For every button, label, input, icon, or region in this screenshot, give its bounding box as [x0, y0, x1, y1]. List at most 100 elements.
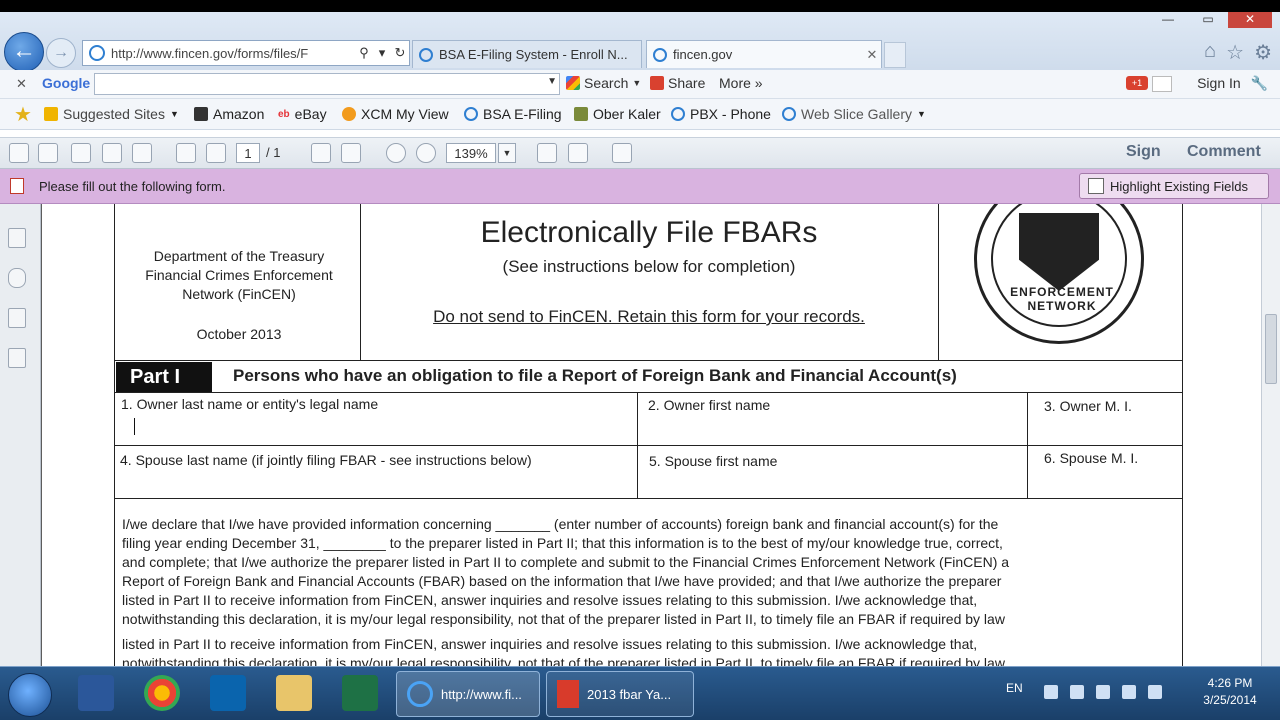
- tab-close-icon[interactable]: ✕: [863, 47, 881, 63]
- volume-icon[interactable]: [1148, 685, 1162, 699]
- fav-label: Suggested Sites: [63, 106, 165, 122]
- page-up-icon[interactable]: [176, 143, 196, 163]
- page-number-input[interactable]: 1: [236, 143, 260, 163]
- system-tray: [1044, 685, 1162, 699]
- email-icon[interactable]: [132, 143, 152, 163]
- print-icon[interactable]: [71, 143, 91, 163]
- spouse-mi-input[interactable]: [1030, 468, 1180, 496]
- folder-icon[interactable]: [276, 675, 312, 711]
- forward-button[interactable]: →: [46, 38, 76, 68]
- excel-icon[interactable]: [342, 675, 378, 711]
- battery-icon[interactable]: [1096, 685, 1110, 699]
- fav-label: Ober Kaler: [593, 106, 661, 122]
- wrench-icon[interactable]: 🔧: [1251, 75, 1268, 91]
- agency-line: Financial Crimes Enforcement: [145, 267, 333, 283]
- notification-icon[interactable]: [1152, 76, 1172, 92]
- form-border-left: [114, 204, 115, 666]
- fav-web-slice-gallery[interactable]: Web Slice Gallery ▼: [782, 106, 926, 122]
- fit-width-icon[interactable]: [568, 143, 588, 163]
- binoculars-icon[interactable]: [8, 308, 26, 328]
- taskbar-pdf-window[interactable]: 2013 fbar Ya...: [546, 671, 694, 717]
- attachment-icon[interactable]: [8, 268, 26, 288]
- fav-ebay[interactable]: eb eBay: [278, 106, 327, 122]
- show-hidden-icons-icon[interactable]: [1044, 685, 1058, 699]
- owner-last-name-label: 1. Owner last name or entity's legal nam…: [121, 396, 379, 412]
- search-icon[interactable]: ⚲: [355, 45, 373, 61]
- word-icon[interactable]: [78, 675, 114, 711]
- outlook-icon[interactable]: [210, 675, 246, 711]
- fav-label: Web Slice Gallery: [801, 106, 913, 122]
- google-signin[interactable]: Sign In 🔧: [1197, 75, 1268, 92]
- owner-mi-input[interactable]: [1030, 414, 1180, 442]
- comment-button[interactable]: Comment: [1187, 143, 1261, 161]
- action-center-icon[interactable]: [1070, 685, 1084, 699]
- fav-suggested-sites[interactable]: Suggested Sites ▼: [44, 106, 179, 122]
- tab-fincen[interactable]: fincen.gov ✕: [646, 40, 882, 68]
- sign-button[interactable]: Sign: [1126, 143, 1161, 161]
- fav-amazon[interactable]: Amazon: [194, 106, 264, 122]
- form-date: October 2013: [196, 326, 282, 342]
- google-plus-icon[interactable]: +1: [1126, 76, 1148, 90]
- chevron-down-icon[interactable]: ▼: [498, 143, 516, 163]
- home-icon[interactable]: ⌂: [1204, 40, 1216, 65]
- close-icon[interactable]: ✕: [1228, 12, 1272, 28]
- google-search-input[interactable]: ▼: [94, 73, 560, 95]
- highlight-fields-button[interactable]: Highlight Existing Fields: [1079, 173, 1269, 199]
- favorites-star-icon[interactable]: ★: [14, 102, 32, 127]
- owner-last-name-input[interactable]: [118, 412, 636, 442]
- fav-ober-kaler[interactable]: Ober Kaler: [574, 106, 661, 122]
- fullscreen-icon[interactable]: [612, 143, 632, 163]
- minimize-icon[interactable]: —: [1148, 12, 1188, 28]
- address-url[interactable]: http://www.fincen.gov/forms/files/F: [111, 46, 355, 61]
- maximize-icon[interactable]: ▭: [1188, 12, 1228, 28]
- more-button[interactable]: More »: [719, 75, 763, 91]
- edit-icon[interactable]: [102, 143, 122, 163]
- select-cursor-icon[interactable]: [311, 143, 331, 163]
- zoom-level-input[interactable]: 139%: [446, 143, 496, 163]
- hand-tool-icon[interactable]: [341, 143, 361, 163]
- owner-first-name-input[interactable]: [640, 414, 1026, 442]
- header-divider-2: [938, 204, 939, 360]
- fav-bsa-efiling[interactable]: BSA E-Filing: [464, 106, 562, 122]
- spouse-last-name-input[interactable]: [118, 468, 636, 496]
- chevron-down-icon[interactable]: ▼: [547, 76, 557, 87]
- vertical-scrollbar[interactable]: [1261, 204, 1280, 666]
- google-search-icon: [566, 76, 580, 90]
- spouse-first-name-input[interactable]: [640, 470, 1026, 496]
- cloud-upload-icon[interactable]: [38, 143, 58, 163]
- new-tab-button[interactable]: [884, 42, 906, 68]
- taskbar-ie-window[interactable]: http://www.fi...: [396, 671, 540, 717]
- language-indicator[interactable]: EN: [1006, 681, 1023, 695]
- network-icon[interactable]: [1122, 685, 1136, 699]
- share-label: Share: [668, 75, 706, 91]
- refresh-icon[interactable]: ↻: [391, 45, 409, 61]
- save-icon[interactable]: [9, 143, 29, 163]
- zoom-out-icon[interactable]: [386, 143, 406, 163]
- system-clock[interactable]: 4:26 PM 3/25/2014: [1190, 675, 1270, 709]
- declaration-line: I/we declare that I/we have provided inf…: [122, 516, 999, 532]
- toolbar-close-icon[interactable]: ✕: [16, 76, 27, 92]
- row-divider: [114, 445, 1183, 446]
- tab-bsa-efiling[interactable]: BSA E-Filing System - Enroll N...: [412, 40, 642, 68]
- share-button[interactable]: Share: [650, 75, 705, 91]
- signature-icon[interactable]: [8, 348, 26, 368]
- pages-icon[interactable]: [8, 228, 26, 248]
- scrollbar-thumb[interactable]: [1265, 314, 1277, 384]
- tab-label: fincen.gov: [673, 47, 733, 62]
- zoom-in-icon[interactable]: [416, 143, 436, 163]
- google-search-button[interactable]: Search ▼: [566, 75, 641, 91]
- fav-pbx-phone[interactable]: PBX - Phone: [671, 106, 771, 122]
- windows-start-button[interactable]: [8, 673, 52, 717]
- back-button[interactable]: ←: [4, 32, 44, 72]
- ie-page-icon: [782, 107, 796, 121]
- gear-icon[interactable]: ⚙: [1254, 40, 1272, 65]
- arrow-left-icon: ←: [12, 37, 36, 64]
- fit-page-icon[interactable]: [537, 143, 557, 163]
- address-bar[interactable]: http://www.fincen.gov/forms/files/F ⚲ ▾ …: [82, 40, 410, 66]
- favorites-star-icon[interactable]: ☆: [1226, 40, 1244, 65]
- chevron-down-icon: ▼: [169, 109, 179, 119]
- dropdown-icon[interactable]: ▾: [373, 45, 391, 61]
- page-down-icon[interactable]: [206, 143, 226, 163]
- fav-xcm[interactable]: XCM My View: [342, 106, 449, 122]
- chrome-icon[interactable]: [144, 675, 180, 711]
